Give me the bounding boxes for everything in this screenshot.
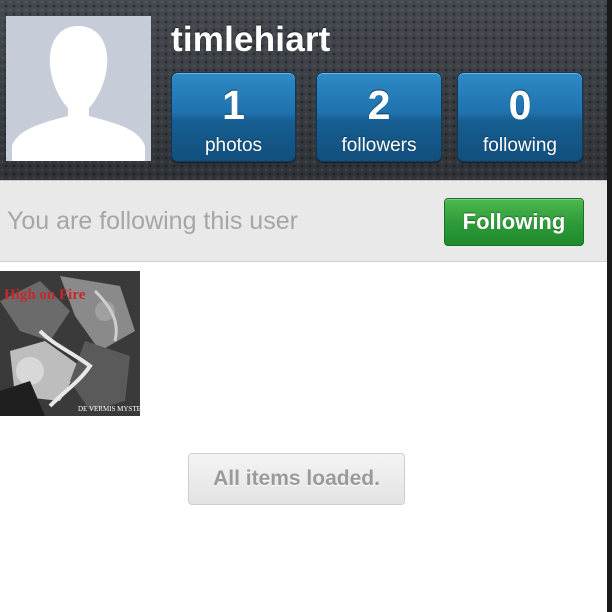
follow-status-bar: You are following this user Following xyxy=(0,180,607,262)
username: timlehiart xyxy=(171,20,331,59)
screen-edge xyxy=(607,0,612,612)
profile-header: timlehiart 1 photos 2 followers 0 follow… xyxy=(0,0,607,180)
follow-status-text: You are following this user xyxy=(7,207,298,235)
album-cover-image: High on Fire DE VERMIS MYSTERIIS xyxy=(0,271,140,416)
album-title-text: High on Fire xyxy=(4,287,86,303)
album-subtitle-text: DE VERMIS MYSTERIIS xyxy=(78,405,140,413)
photos-label: photos xyxy=(204,135,263,156)
photos-stat-button[interactable]: 1 photos xyxy=(171,72,296,162)
photo-grid: High on Fire DE VERMIS MYSTERIIS xyxy=(0,271,140,416)
following-label: following xyxy=(483,135,557,156)
photo-thumbnail[interactable]: High on Fire DE VERMIS MYSTERIIS xyxy=(0,271,140,416)
following-count: 0 xyxy=(508,82,532,128)
followers-stat-button[interactable]: 2 followers xyxy=(316,72,442,162)
avatar[interactable] xyxy=(6,16,151,161)
following-stat-button[interactable]: 0 following xyxy=(457,72,583,162)
followers-label: followers xyxy=(341,135,417,156)
following-button[interactable]: Following xyxy=(444,198,584,246)
all-items-loaded-notice: All items loaded. xyxy=(188,453,405,505)
photos-count: 1 xyxy=(222,82,245,128)
default-avatar-silhouette-icon xyxy=(6,16,151,161)
followers-count: 2 xyxy=(367,82,391,128)
